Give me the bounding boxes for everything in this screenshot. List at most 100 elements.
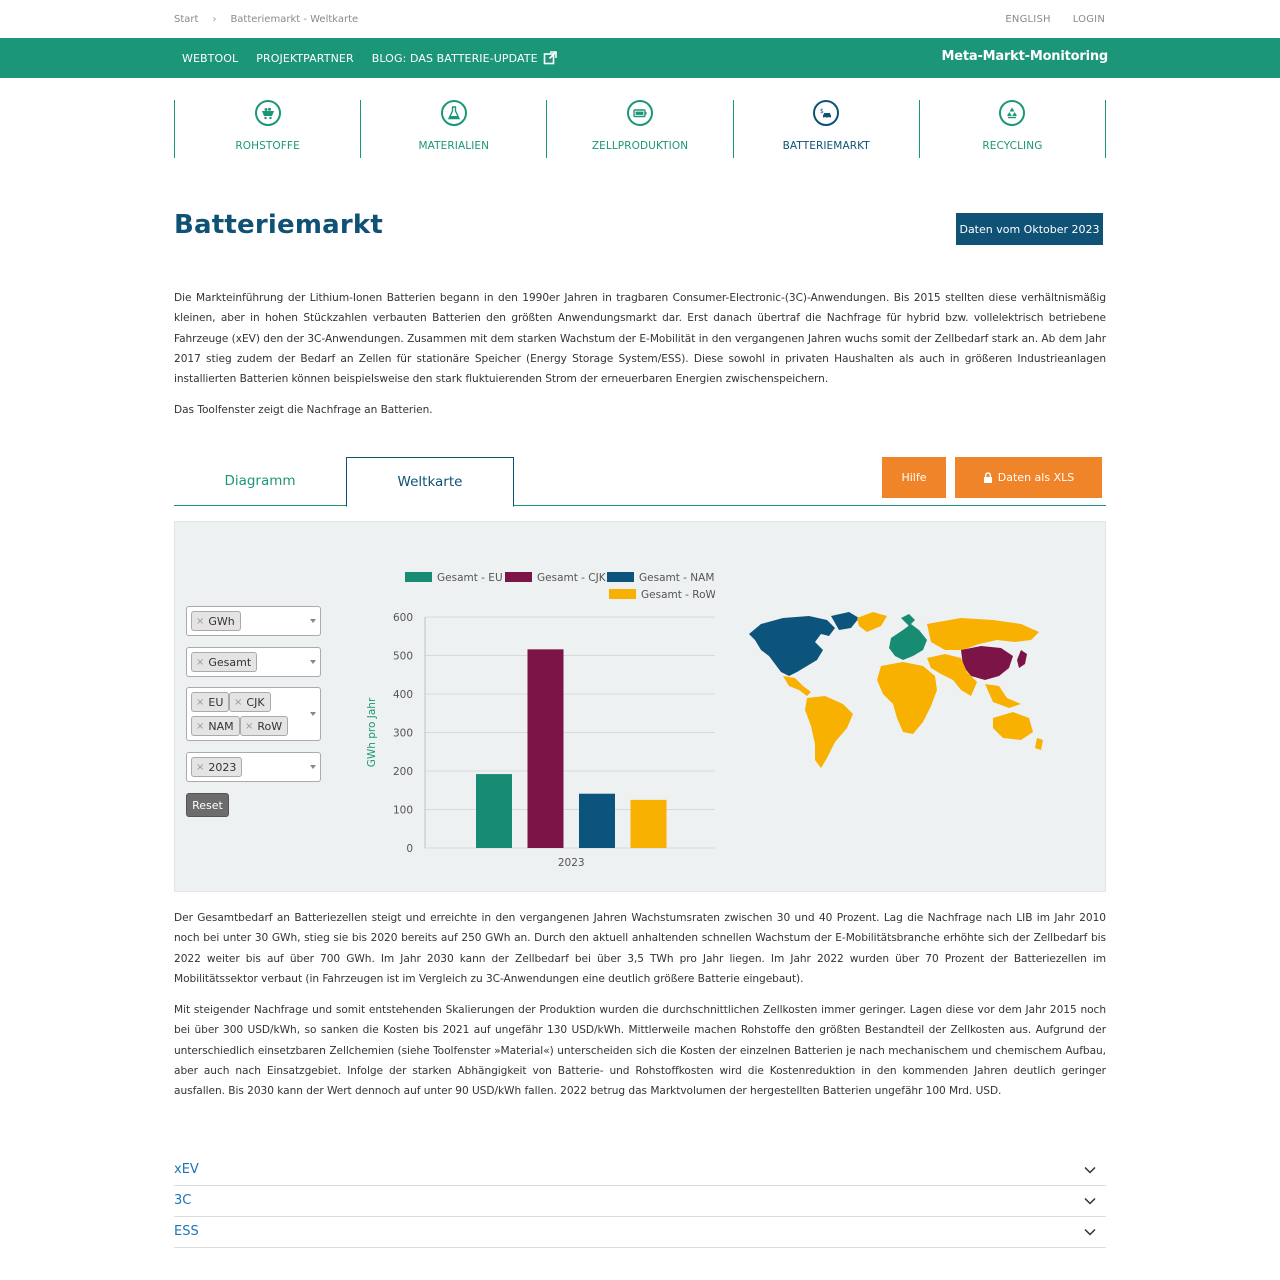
brand-title[interactable]: Meta-Markt-Monitoring	[942, 49, 1109, 64]
legend-label: Gesamt - NAM	[639, 572, 714, 584]
tab-weltkarte[interactable]: Weltkarte	[346, 457, 514, 507]
map-region-row[interactable]	[1035, 738, 1043, 750]
data-date-button[interactable]: Daten vom Oktober 2023	[956, 213, 1103, 245]
map-region-cjk[interactable]	[1017, 650, 1027, 668]
legend-label: Gesamt - CJK	[537, 572, 607, 584]
chip-label: 2023	[208, 760, 237, 774]
remove-icon[interactable]: ×	[196, 657, 204, 668]
region-chip-nam: × NAM	[191, 716, 240, 736]
chevron-down-icon	[1084, 1166, 1096, 1174]
legend-label: Gesamt - RoW	[641, 589, 715, 601]
map-region-row[interactable]	[877, 662, 937, 734]
mining-cart-icon	[254, 100, 281, 126]
region-chip-eu: × EU	[191, 692, 230, 712]
breadcrumb-current: Batteriemarkt - Weltkarte	[230, 14, 359, 25]
chip-label: Gesamt	[208, 655, 252, 669]
intro-paragraph: Die Markteinführung der Lithium-Ionen Ba…	[174, 292, 1106, 386]
category-batteriemarkt[interactable]: $ BATTERIEMARKT	[732, 100, 919, 158]
map-region-eu[interactable]	[901, 614, 915, 626]
y-tick-label: 600	[393, 612, 413, 624]
nav-item-projektpartner[interactable]: PROJEKTPARTNER	[256, 51, 353, 65]
type-chip: × Gesamt	[191, 652, 258, 672]
bar-row	[630, 799, 667, 848]
unit-chip: × GWh	[191, 611, 241, 631]
top-bar: Start › Batteriemarkt - Weltkarte ENGLIS…	[0, 0, 1280, 38]
y-tick-label: 500	[393, 651, 413, 663]
type-select[interactable]: × Gesamt	[186, 647, 321, 677]
category-nav: ROHSTOFFE MATERIALIEN ZELLPRODUKTION $ B…	[174, 100, 1107, 158]
nav-label: WEBTOOL	[182, 51, 239, 65]
accordion-title: 3C	[174, 1193, 192, 1208]
legend-swatch	[405, 572, 432, 582]
map-region-row[interactable]	[857, 612, 887, 632]
download-xls-button[interactable]: Daten als XLS	[955, 457, 1102, 498]
region-select[interactable]: × EU × CJK × NAM × RoW	[186, 687, 321, 741]
map-region-row[interactable]	[927, 618, 1039, 650]
accordion-xev[interactable]: xEV	[174, 1155, 1106, 1186]
map-region-row[interactable]	[985, 684, 1021, 708]
battery-cell-icon	[627, 100, 653, 126]
world-map	[749, 612, 1043, 768]
accordion-title: ESS	[174, 1224, 199, 1239]
category-label: BATTERIEMARKT	[782, 140, 870, 152]
y-tick-label: 0	[406, 843, 413, 855]
bar-nam	[579, 793, 615, 848]
legend-swatch	[505, 572, 532, 582]
accordion-3c[interactable]: 3C	[174, 1186, 1106, 1217]
remove-icon[interactable]: ×	[196, 762, 204, 773]
map-region-nam[interactable]	[831, 612, 859, 630]
breadcrumb-separator-icon: ›	[212, 14, 217, 25]
view-tabs: Diagramm Weltkarte Hilfe Daten als XLS	[174, 457, 1106, 507]
nav-label: BLOG: DAS BATTERIE-UPDATE	[371, 51, 538, 65]
tab-diagramm[interactable]: Diagramm	[174, 457, 346, 506]
region-chip-row: × RoW	[240, 716, 289, 736]
category-zellproduktion[interactable]: ZELLPRODUKTION	[546, 100, 732, 158]
year-select[interactable]: × 2023	[186, 752, 321, 782]
download-xls-label: Daten als XLS	[997, 471, 1075, 484]
bar-cjk	[527, 649, 564, 848]
chevron-down-icon	[1084, 1228, 1096, 1236]
nav-item-blog[interactable]: BLOG: DAS BATTERIE-UPDATE	[372, 51, 557, 65]
map-region-eu[interactable]	[889, 624, 927, 660]
main-nav: WEBTOOL PROJEKTPARTNER BLOG: DAS BATTERI…	[182, 51, 557, 65]
top-links: ENGLISH LOGIN	[1005, 14, 1105, 25]
language-link[interactable]: ENGLISH	[1005, 14, 1050, 25]
unit-select[interactable]: × GWh	[186, 606, 321, 636]
help-button[interactable]: Hilfe	[882, 457, 946, 498]
y-tick-label: 100	[393, 805, 413, 817]
chip-label: GWh	[208, 614, 235, 628]
recycling-icon	[999, 100, 1026, 126]
help-label: Hilfe	[901, 471, 927, 484]
accordion-ess[interactable]: ESS	[174, 1217, 1106, 1248]
remove-icon[interactable]: ×	[196, 721, 204, 732]
intro-note: Das Toolfenster zeigt die Nachfrage an B…	[174, 404, 433, 416]
chip-label: EU	[208, 695, 224, 709]
chip-label: CJK	[246, 695, 265, 709]
login-link[interactable]: LOGIN	[1073, 14, 1105, 25]
body-paragraph-demand: Der Gesamtbedarf an Batteriezellen steig…	[174, 912, 1106, 985]
remove-icon[interactable]: ×	[234, 697, 242, 708]
main-nav-bar: WEBTOOL PROJEKTPARTNER BLOG: DAS BATTERI…	[0, 38, 1280, 78]
map-region-row[interactable]	[783, 676, 811, 696]
breadcrumb-home[interactable]: Start	[174, 14, 198, 25]
category-rohstoffe[interactable]: ROHSTOFFE	[174, 100, 360, 158]
external-link-icon	[543, 51, 557, 65]
page-title: Batteriemarkt	[174, 210, 384, 240]
remove-icon[interactable]: ×	[245, 721, 253, 732]
chevron-down-icon	[1084, 1197, 1096, 1205]
category-materialien[interactable]: MATERIALIEN	[360, 100, 546, 158]
bar-eu	[476, 774, 512, 848]
reset-button[interactable]: Reset	[186, 793, 229, 817]
map-region-row[interactable]	[993, 712, 1033, 740]
remove-icon[interactable]: ×	[196, 616, 204, 627]
y-axis-label: GWh pro Jahr	[366, 697, 378, 767]
y-tick-label: 300	[393, 728, 413, 740]
map-region-row[interactable]	[805, 696, 853, 768]
remove-icon[interactable]: ×	[196, 697, 204, 708]
y-tick-label: 200	[393, 766, 413, 778]
nav-label: PROJEKTPARTNER	[256, 51, 354, 65]
category-recycling[interactable]: RECYCLING	[918, 100, 1107, 158]
map-region-nam[interactable]	[749, 616, 835, 676]
nav-item-webtool[interactable]: WEBTOOL	[182, 51, 238, 65]
category-label: RECYCLING	[982, 140, 1043, 152]
